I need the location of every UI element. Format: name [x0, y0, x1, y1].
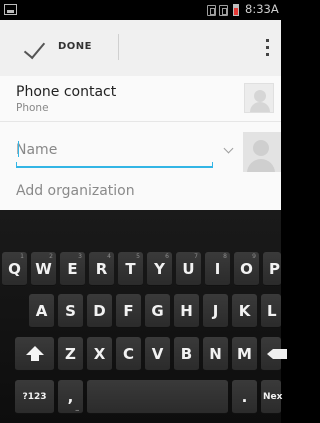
divider: [0, 121, 281, 122]
key-l[interactable]: L: [261, 294, 281, 328]
contact-avatar-icon: [244, 83, 274, 113]
period-key[interactable]: .: [232, 380, 257, 414]
key-n[interactable]: N: [203, 337, 228, 371]
contact-editor: DONE Phone contact Phone Add organizatio…: [0, 20, 281, 210]
account-title: Phone contact: [16, 84, 117, 100]
sim-card-icon: [219, 5, 228, 16]
key-d[interactable]: D: [87, 294, 112, 328]
key-y[interactable]: Y6: [147, 252, 172, 286]
key-i[interactable]: I8: [205, 252, 230, 286]
key-u[interactable]: U7: [176, 252, 201, 286]
key-v[interactable]: V: [145, 337, 170, 371]
text-cursor: [18, 141, 19, 157]
key-r[interactable]: R4: [89, 252, 114, 286]
key-o[interactable]: O9: [234, 252, 259, 286]
key-w[interactable]: W2: [31, 252, 56, 286]
overflow-menu-icon[interactable]: [264, 38, 270, 58]
comma-key[interactable]: , _: [58, 380, 83, 414]
expand-icon[interactable]: [223, 143, 234, 154]
done-button[interactable]: DONE: [58, 41, 92, 52]
key-h[interactable]: H: [174, 294, 199, 328]
add-organization-link[interactable]: Add organization: [16, 183, 135, 199]
status-bar: 8:33A: [0, 0, 281, 20]
key-f[interactable]: F: [116, 294, 141, 328]
key-s[interactable]: S: [58, 294, 83, 328]
contact-photo-icon[interactable]: [243, 132, 281, 172]
key-t[interactable]: T5: [118, 252, 143, 286]
screenshot-icon: [4, 4, 17, 15]
key-k[interactable]: K: [232, 294, 257, 328]
key-g[interactable]: G: [145, 294, 170, 328]
backspace-key[interactable]: [261, 337, 287, 371]
name-input[interactable]: [16, 137, 212, 163]
backspace-icon: [267, 349, 287, 359]
action-bar: DONE: [0, 20, 281, 76]
key-z[interactable]: Z: [58, 337, 83, 371]
name-input-underline: [16, 162, 213, 168]
shift-key[interactable]: [15, 337, 54, 371]
space-key[interactable]: [87, 380, 228, 414]
key-q[interactable]: Q1: [2, 252, 27, 286]
soft-keyboard: Q1 W2 E3 R4 T5 Y6 U7 I8 O9 P A S D F G H…: [0, 210, 287, 423]
battery-icon: [233, 4, 239, 16]
key-e[interactable]: E3: [60, 252, 85, 286]
key-x[interactable]: X: [87, 337, 112, 371]
action-bar-divider: [118, 34, 119, 60]
status-time: 8:33A: [245, 2, 279, 16]
check-icon[interactable]: [23, 36, 46, 60]
sim-card-icon: [207, 5, 216, 16]
shift-icon: [25, 346, 44, 361]
next-key[interactable]: Nex: [261, 380, 282, 414]
key-j[interactable]: J: [203, 294, 228, 328]
key-a[interactable]: A: [29, 294, 54, 328]
key-p[interactable]: P: [263, 252, 281, 286]
key-c[interactable]: C: [116, 337, 141, 371]
key-b[interactable]: B: [174, 337, 199, 371]
key-m[interactable]: M: [232, 337, 257, 371]
symbols-key[interactable]: ?123: [15, 380, 54, 414]
account-subtitle: Phone: [16, 102, 49, 114]
